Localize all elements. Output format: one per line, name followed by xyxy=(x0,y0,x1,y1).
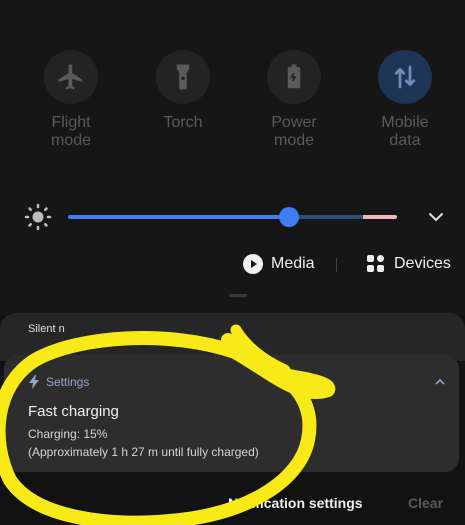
brightness-slider-thumb[interactable] xyxy=(279,207,299,227)
mobile-data-button[interactable] xyxy=(378,50,432,104)
torch-icon xyxy=(176,64,190,90)
tile-torch[interactable]: Torch xyxy=(148,50,218,132)
power-mode-label: Power mode xyxy=(259,114,329,150)
brightness-track-end[interactable] xyxy=(363,215,397,219)
flight-mode-label: Flight mode xyxy=(36,114,106,150)
mobile-data-label: Mobile data xyxy=(370,114,440,150)
torch-label: Torch xyxy=(148,114,218,132)
tile-label-line: mode xyxy=(50,132,92,149)
lightning-icon xyxy=(29,375,39,389)
play-icon xyxy=(243,254,263,274)
tile-flight-mode[interactable]: Flight mode xyxy=(36,50,106,150)
tile-label-line: data xyxy=(389,132,421,149)
power-mode-icon xyxy=(287,64,301,89)
divider xyxy=(336,258,337,272)
tile-label-line: Power xyxy=(271,114,317,131)
tile-label-line: Flight xyxy=(51,114,91,131)
devices-label: Devices xyxy=(394,255,451,272)
power-mode-button[interactable] xyxy=(267,50,321,104)
tile-power-mode[interactable]: Power mode xyxy=(259,50,329,150)
notification-card[interactable]: Settings Fast charging Charging: 15% (Ap… xyxy=(4,355,459,472)
brightness-track-empty[interactable] xyxy=(289,215,363,219)
media-devices-row: Media Devices xyxy=(0,250,465,280)
silent-header-label: Silent n xyxy=(28,323,65,335)
tile-label-line: Torch xyxy=(163,114,203,131)
tile-label-line: mode xyxy=(273,132,315,149)
chevron-down-icon[interactable] xyxy=(426,207,446,227)
quick-settings-panel: Flight mode Torch Power mode Mobile data… xyxy=(0,0,465,315)
brightness-row xyxy=(0,195,465,239)
clear-button[interactable]: Clear xyxy=(408,495,443,511)
tile-label-line: Mobile xyxy=(381,114,429,131)
silent-notifications-header: Silent n xyxy=(0,313,465,361)
notification-charge-level: Charging: 15% xyxy=(28,427,108,441)
mobile-data-icon xyxy=(394,65,416,89)
notification-time-estimate: (Approximately 1 h 27 m until fully char… xyxy=(28,445,259,459)
media-label: Media xyxy=(271,255,315,272)
chevron-up-icon[interactable] xyxy=(433,375,447,389)
flight-mode-button[interactable] xyxy=(44,50,98,104)
devices-button[interactable]: Devices xyxy=(366,254,451,274)
media-button[interactable]: Media xyxy=(243,254,315,274)
notification-app-name: Settings xyxy=(46,375,90,389)
notification-settings-button[interactable]: Notification settings xyxy=(228,495,363,511)
brightness-track-filled[interactable] xyxy=(68,215,289,219)
notification-title: Fast charging xyxy=(28,403,119,420)
tile-mobile-data[interactable]: Mobile data xyxy=(370,50,440,150)
airplane-icon xyxy=(58,64,83,90)
torch-button[interactable] xyxy=(156,50,210,104)
sun-icon xyxy=(24,203,52,231)
devices-grid-icon xyxy=(367,255,384,272)
notification-header: Settings xyxy=(28,375,89,389)
panel-drag-handle[interactable] xyxy=(229,294,247,297)
